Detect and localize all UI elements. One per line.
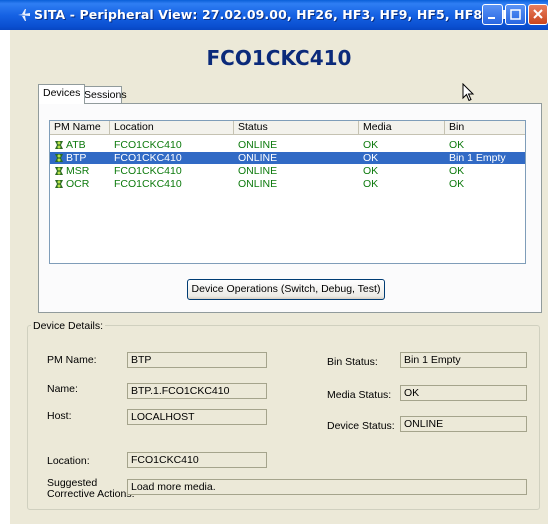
cell-pm-name: OCR: [66, 178, 90, 190]
cell-status: ONLINE: [238, 165, 278, 177]
corrective-actions-label: Suggested Corrective Actions:: [47, 478, 135, 500]
plane-icon: [18, 9, 30, 21]
table-row[interactable]: ATB FCO1CKC410 ONLINE OK OK: [50, 139, 525, 151]
column-header-pm-name[interactable]: PM Name: [50, 121, 110, 135]
device-status-label: Device Status:: [327, 420, 395, 432]
cell-bin: OK: [449, 178, 465, 190]
tab-devices[interactable]: Devices: [38, 84, 86, 104]
device-list[interactable]: PM Name Location Status Media Bin ATB FC…: [49, 120, 526, 264]
cell-status: ONLINE: [238, 152, 278, 164]
tab-sessions[interactable]: Sessions: [79, 86, 127, 103]
device-status-icon: [55, 141, 63, 149]
device-details-title: Device Details:: [31, 320, 106, 332]
corrective-actions-field[interactable]: Load more media.: [127, 479, 527, 495]
device-status-icon: [55, 180, 63, 188]
name-label: Name:: [47, 383, 78, 395]
cell-bin: OK: [449, 139, 465, 151]
media-status-label: Media Status:: [327, 389, 392, 401]
cell-media: OK: [363, 178, 379, 190]
cell-media: OK: [363, 139, 379, 151]
cell-media: OK: [363, 165, 379, 177]
corrective-actions-label-line2: Corrective Actions:: [47, 488, 135, 500]
cell-bin: OK: [449, 165, 465, 177]
device-status-icon: [55, 154, 63, 162]
pm-name-label: PM Name:: [47, 354, 97, 366]
minimize-button[interactable]: [482, 4, 503, 25]
column-header-media[interactable]: Media: [359, 121, 445, 135]
pm-name-field[interactable]: BTP: [127, 352, 267, 368]
cell-status: ONLINE: [238, 139, 278, 151]
maximize-icon: [510, 9, 521, 20]
table-row[interactable]: MSR FCO1CKC410 ONLINE OK OK: [50, 165, 525, 177]
close-icon: [533, 9, 543, 19]
cell-location: FCO1CKC410: [114, 165, 182, 177]
device-status-icon: [55, 167, 63, 175]
close-button[interactable]: [528, 4, 548, 25]
cell-media: OK: [363, 152, 379, 164]
cell-location: FCO1CKC410: [114, 139, 182, 151]
mouse-cursor-icon: [462, 83, 475, 102]
column-header-location[interactable]: Location: [110, 121, 234, 135]
cell-status: ONLINE: [238, 178, 278, 190]
window-left-edge: [0, 30, 10, 524]
cell-pm-name: BTP: [66, 152, 87, 164]
cell-pm-name: ATB: [66, 139, 86, 151]
cell-location: FCO1CKC410: [114, 178, 182, 190]
host-field[interactable]: LOCALHOST: [127, 409, 267, 425]
window-title: SITA - Peripheral View: 27.02.09.00, HF2…: [34, 7, 520, 22]
host-label: Host:: [47, 410, 72, 422]
column-header-status[interactable]: Status: [234, 121, 359, 135]
cell-location: FCO1CKC410: [114, 152, 182, 164]
name-field[interactable]: BTP.1.FCO1CKC410: [127, 383, 267, 399]
station-id-heading: FCO1CKC410: [206, 46, 352, 70]
column-header-bin[interactable]: Bin: [445, 121, 525, 135]
table-row[interactable]: BTP FCO1CKC410 ONLINE OK Bin 1 Empty: [50, 152, 525, 164]
maximize-button[interactable]: [505, 4, 526, 25]
device-status-field[interactable]: ONLINE: [400, 416, 527, 432]
location-label: Location:: [47, 455, 90, 467]
media-status-field[interactable]: OK: [400, 385, 527, 401]
cell-bin: Bin 1 Empty: [449, 152, 506, 164]
table-row[interactable]: OCR FCO1CKC410 ONLINE OK OK: [50, 178, 525, 190]
location-field[interactable]: FCO1CKC410: [127, 452, 267, 468]
device-operations-button[interactable]: Device Operations (Switch, Debug, Test): [187, 279, 385, 300]
bin-status-field[interactable]: Bin 1 Empty: [400, 352, 527, 368]
cell-pm-name: MSR: [66, 165, 90, 177]
minimize-icon: [488, 17, 495, 19]
bin-status-label: Bin Status:: [327, 356, 378, 368]
